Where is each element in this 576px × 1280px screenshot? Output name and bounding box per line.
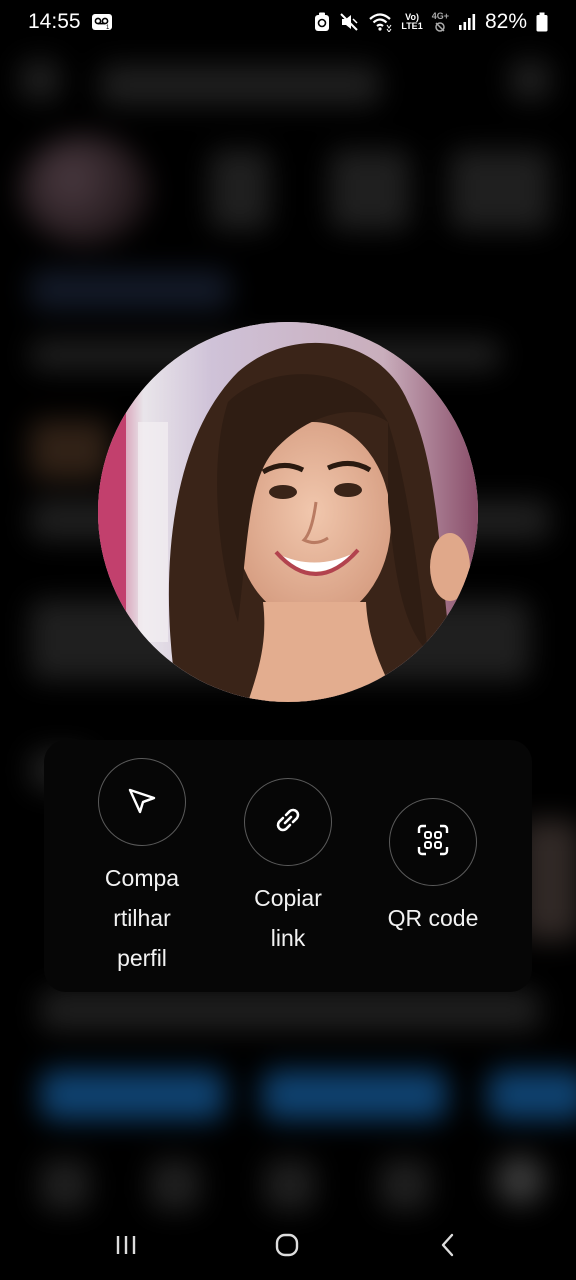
bg-row-3 [40, 990, 540, 1030]
back-button[interactable] [428, 1230, 468, 1264]
status-left: 14:55 1 [28, 10, 113, 34]
qr-code-label-line-1: QR code [387, 905, 479, 931]
send-icon [126, 784, 158, 821]
share-sheet: Compa rtilhar perfil Copiar link QR code [44, 740, 532, 992]
status-time: 14:55 [28, 10, 81, 33]
signal-icon [458, 13, 476, 31]
link-icon [271, 803, 305, 842]
volte-bottom: LTE1 [401, 21, 423, 31]
bg-tab-4 [380, 1160, 430, 1210]
bg-stat-1 [210, 150, 270, 230]
back-icon [436, 1232, 460, 1263]
bg-tab-3 [265, 1160, 315, 1210]
bg-tab-2 [150, 1160, 200, 1210]
copy-link-label-line-2: link [270, 925, 306, 951]
bg-tab-5 [495, 1155, 545, 1205]
wifi-icon [368, 12, 392, 32]
status-bar: 14:55 1 Vo) LTE1 4G+ 82% [0, 0, 576, 44]
bg-username [100, 65, 380, 105]
qr-code-button[interactable]: QR code [363, 798, 503, 938]
home-button[interactable] [267, 1230, 307, 1264]
share-profile-label-line-3: perfil [117, 945, 167, 971]
copy-link-label-line-1: Copiar [254, 885, 322, 911]
qr-code-label: QR code [388, 898, 479, 938]
profile-photo [98, 322, 478, 702]
mute-icon [339, 12, 359, 32]
volte-icon: Vo) LTE1 [401, 13, 422, 31]
share-profile-label-line-1: Compa [104, 865, 180, 891]
navigation-bar [0, 1210, 576, 1280]
bg-bio-2 [30, 420, 110, 480]
bg-button-3 [488, 1070, 576, 1120]
home-icon [274, 1232, 300, 1263]
share-profile-label-line-2: rtilhar [113, 905, 171, 931]
recycle-icon [314, 12, 330, 32]
copy-link-button[interactable]: Copiar link [218, 778, 358, 958]
copy-link-circle[interactable] [244, 778, 332, 866]
bg-stat-3 [450, 150, 550, 230]
qr-code-circle[interactable] [389, 798, 477, 886]
status-right: Vo) LTE1 4G+ 82% [314, 10, 548, 34]
recents-icon [114, 1233, 138, 1262]
bg-tab-1 [40, 1160, 90, 1210]
bg-avatar [20, 135, 150, 245]
bg-back-button [20, 60, 60, 100]
qr-code-icon [416, 823, 450, 862]
bg-button-1 [40, 1070, 225, 1120]
bg-button-2 [262, 1070, 447, 1120]
bg-name [30, 270, 230, 310]
voicemail-icon: 1 [91, 13, 113, 31]
copy-link-label: Copiar link [254, 878, 322, 958]
share-profile-circle[interactable] [98, 758, 186, 846]
network-gen-label: 4G+ [431, 10, 449, 21]
share-profile-button[interactable]: Compa rtilhar perfil [72, 758, 212, 978]
bg-stat-2 [330, 150, 410, 230]
bg-menu [510, 60, 550, 100]
network-gen-icon: 4G+ [431, 10, 449, 33]
battery-percent: 82% [484, 10, 527, 33]
share-profile-label: Compa rtilhar perfil [105, 858, 179, 978]
recents-button[interactable] [106, 1230, 146, 1264]
battery-icon [536, 12, 548, 32]
profile-photo-image [98, 322, 478, 702]
